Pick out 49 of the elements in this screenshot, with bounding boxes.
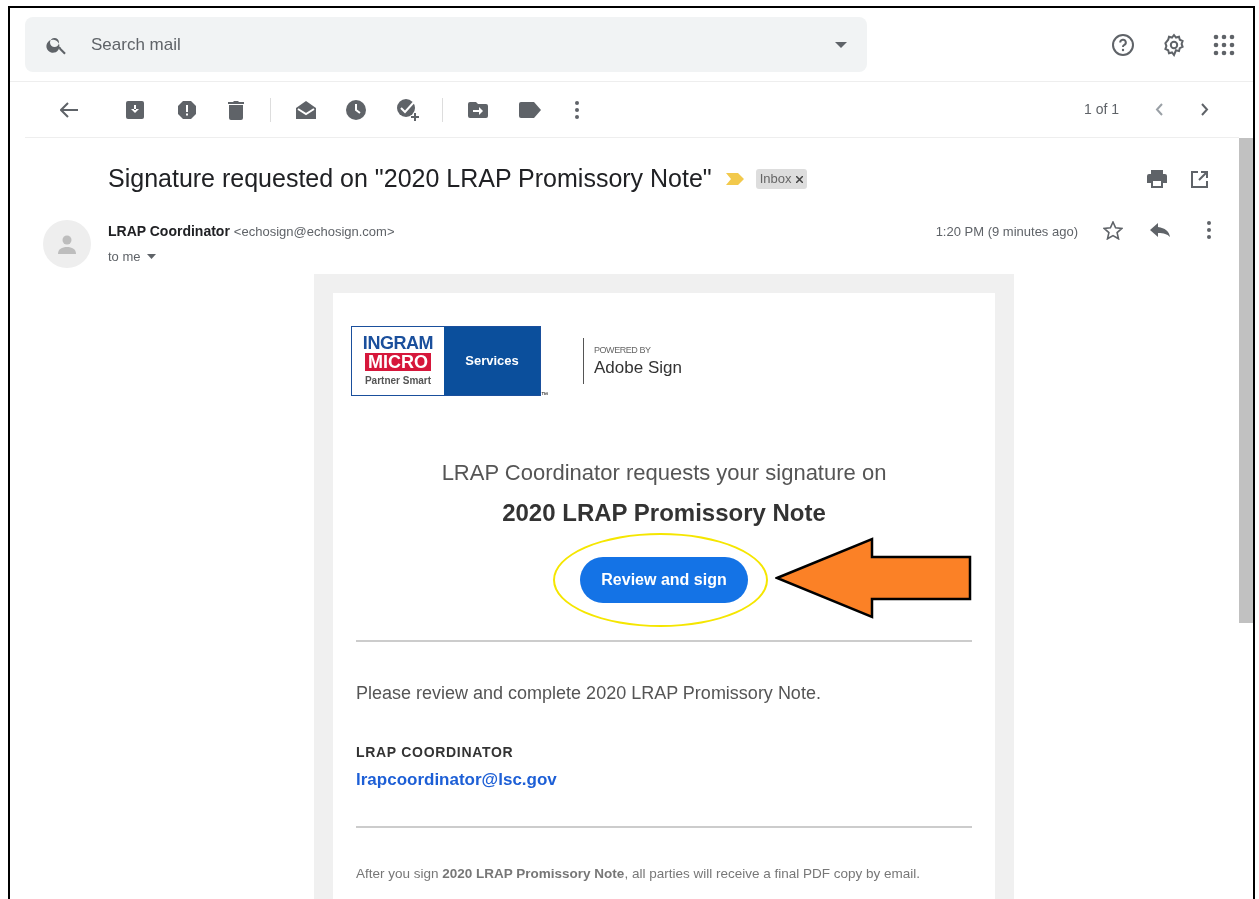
envelope-icon[interactable] (295, 99, 317, 120)
powered-by-text: POWERED BY (594, 344, 652, 358)
help-icon[interactable] (1111, 32, 1135, 57)
more-vertical-icon[interactable] (1207, 221, 1211, 239)
sender-email: <echosign@echosign.com> (233, 223, 395, 241)
star-icon[interactable] (1103, 221, 1123, 240)
sender-name: LRAP Coordinator (108, 222, 230, 241)
label-chip[interactable]: Inbox (755, 169, 807, 189)
check-plus-icon[interactable] (396, 97, 420, 122)
review-and-sign-button[interactable]: Review and sign (580, 557, 748, 603)
logo-text: MICRO (365, 353, 431, 371)
dropdown-caret-icon[interactable] (835, 41, 847, 48)
signer-email-link[interactable]: lrapcoordinator@lsc.gov (356, 767, 557, 793)
recipient-text: to me (108, 248, 141, 266)
person-silhouette-icon (57, 234, 77, 254)
clock-icon[interactable] (346, 99, 366, 120)
archive-icon[interactable] (125, 99, 145, 120)
print-icon[interactable] (1147, 170, 1167, 188)
email-subject: Signature requested on "2020 LRAP Promissory Note" (108, 163, 712, 195)
close-icon[interactable] (795, 175, 803, 183)
back-arrow-icon[interactable] (60, 101, 78, 118)
move-to-folder-icon[interactable] (468, 101, 488, 118)
scrollbar[interactable] (1239, 138, 1253, 623)
search-input[interactable]: Search mail (91, 31, 835, 58)
trash-icon[interactable] (228, 99, 244, 120)
apps-grid-icon[interactable] (1213, 33, 1235, 56)
label-icon[interactable] (519, 101, 541, 118)
request-text: LRAP Coordinator requests your signature on (440, 459, 888, 487)
footer-text: After you sign 2020 LRAP Promissory Note, all parties will receive a final PDF copy by email. (356, 864, 921, 883)
label-text: Inbox (759, 170, 792, 189)
note-text: Please review and complete 2020 LRAP Promissory Note. (356, 682, 822, 705)
previous-chevron-icon[interactable] (1155, 103, 1163, 116)
signer-name: LRAP COORDINATOR (356, 743, 515, 762)
next-chevron-icon[interactable] (1201, 103, 1209, 116)
search-field[interactable]: Search mail (25, 17, 867, 72)
reply-icon[interactable] (1150, 223, 1170, 237)
message-time: 1:20 PM (9 minutes ago) (935, 223, 1078, 241)
powered-brand-text: Adobe Sign (594, 357, 682, 378)
pagination-text: 1 of 1 (1083, 100, 1119, 119)
importance-marker-icon[interactable] (725, 173, 744, 185)
document-title: 2020 LRAP Promissory Note (501, 498, 827, 528)
logo-text: INGRAM (362, 334, 434, 352)
open-in-new-window-icon[interactable] (1191, 170, 1208, 188)
settings-icon[interactable] (1162, 32, 1186, 57)
more-vertical-icon[interactable] (575, 100, 579, 119)
spam-icon[interactable] (177, 99, 197, 120)
logo-text: Services (465, 352, 519, 371)
logo-text: Partner Smart (364, 374, 432, 388)
details-caret-icon[interactable] (146, 254, 156, 260)
